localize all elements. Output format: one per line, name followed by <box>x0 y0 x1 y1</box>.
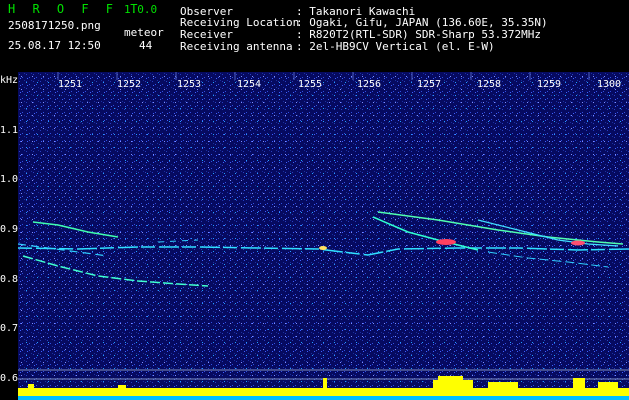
hrofft-window: H R O F F T 1.0.0 2508171250.png 25.08.1… <box>0 0 629 400</box>
meteor-count-label: meteor <box>124 26 164 39</box>
y-tick-label: 1.1 <box>0 125 19 136</box>
strong-echo <box>436 239 456 245</box>
x-tick-label: 1255 <box>298 79 323 90</box>
y-tick-label: 0.9 <box>0 224 19 235</box>
y-tick-label: 0.8 <box>0 274 19 285</box>
app-version: 1.0.0 <box>124 3 158 16</box>
x-tick-label: 1257 <box>417 79 442 90</box>
y-tick-label: 0.7 <box>0 323 19 334</box>
spectrogram <box>18 72 629 400</box>
x-tick-label: 1258 <box>477 79 502 90</box>
file-name: 2508171250.png <box>8 19 101 32</box>
x-tick-label: 1300 <box>597 79 622 90</box>
antenna-label: Receiving antenna <box>180 40 293 53</box>
spectrogram-canvas <box>18 72 629 400</box>
app-name: H R O F F T <box>8 2 143 16</box>
strong-echo <box>571 240 585 246</box>
y-axis-unit: kHz <box>0 75 19 86</box>
x-tick-label: 1254 <box>237 79 262 90</box>
x-tick-label: 1256 <box>357 79 382 90</box>
activity-baseline-cyan <box>18 396 629 400</box>
y-tick-label: 0.6 <box>0 373 19 384</box>
y-tick-label: 1.0 <box>0 174 19 185</box>
echo <box>319 246 327 250</box>
x-tick-label: 1253 <box>177 79 202 90</box>
meteor-count-value: 44 <box>139 39 153 52</box>
x-tick-label: 1251 <box>58 79 83 90</box>
date-time: 25.08.17 12:50 <box>8 39 101 52</box>
x-tick-label: 1252 <box>117 79 142 90</box>
antenna-value: : 2el-HB9CV Vertical (el. E-W) <box>296 40 495 53</box>
x-tick-label: 1259 <box>537 79 562 90</box>
